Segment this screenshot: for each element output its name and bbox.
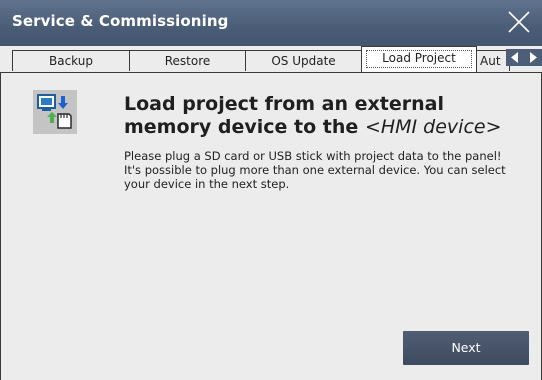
tab-backup[interactable]: Backup [12, 50, 130, 71]
instruction-paragraph-1: Please plug a SD card or USB stick with … [124, 149, 502, 163]
tab-scroll-left-button[interactable] [506, 49, 524, 66]
next-button[interactable]: Next [403, 331, 529, 365]
tab-bar: Backup Restore OS Update Load Project Au… [0, 46, 542, 72]
tab-label: Aut [480, 54, 501, 68]
tab-label: Restore [164, 54, 211, 68]
tab-label: Backup [49, 54, 93, 68]
tab-label: OS Update [271, 54, 336, 68]
page-heading: Load project from an external memory dev… [124, 93, 534, 139]
tab-automatic[interactable]: Aut [476, 50, 510, 71]
instruction-text: Please plug a SD card or USB stick with … [124, 149, 509, 191]
close-button[interactable] [496, 0, 542, 46]
heading-hmi-device: <HMI device> [364, 116, 502, 138]
load-project-icon [33, 90, 77, 134]
service-commissioning-window: Service & Commissioning Backup Restore O… [0, 0, 542, 380]
tab-label: Load Project [382, 51, 456, 65]
window-title: Service & Commissioning [12, 12, 229, 30]
title-bar: Service & Commissioning [0, 0, 542, 46]
tab-load-project[interactable]: Load Project [361, 46, 477, 72]
close-icon [508, 11, 530, 33]
instruction-paragraph-2: It's possible to plug more than one exte… [124, 163, 506, 191]
chevron-right-icon [530, 52, 537, 63]
tab-restore[interactable]: Restore [129, 50, 246, 71]
tab-scroll-right-button[interactable] [524, 49, 542, 66]
tab-os-update[interactable]: OS Update [245, 50, 362, 71]
chevron-left-icon [511, 52, 518, 63]
next-button-label: Next [451, 340, 481, 355]
